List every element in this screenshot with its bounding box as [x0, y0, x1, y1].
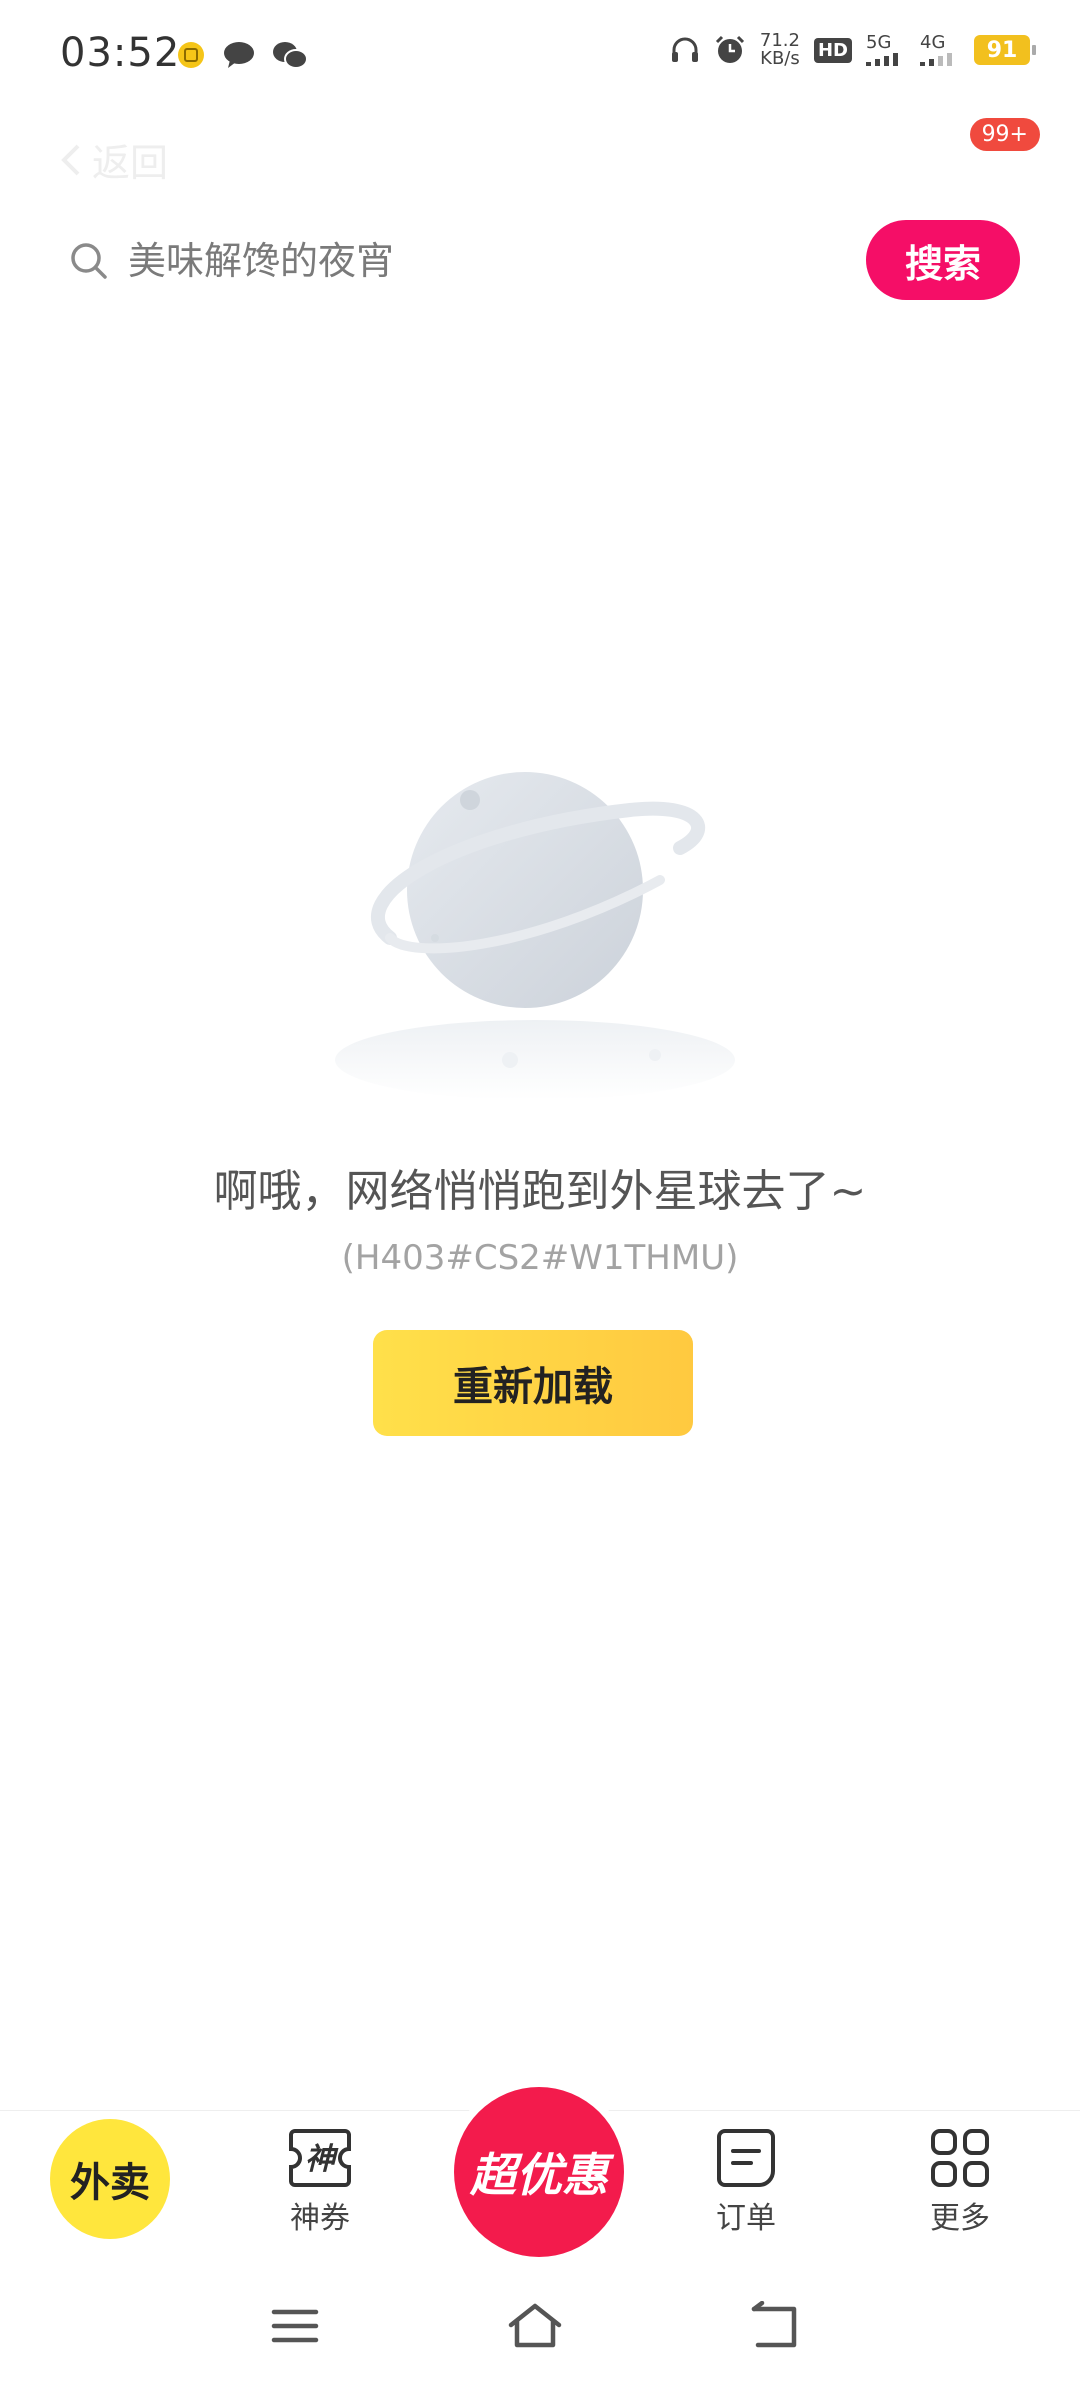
chevron-left-icon — [61, 144, 80, 175]
app-notification-icon — [178, 42, 204, 68]
tab-more[interactable]: 更多 — [890, 2127, 1030, 2237]
coupon-icon-text: 神 — [305, 2142, 339, 2177]
search-bar: 搜索 — [60, 220, 1020, 300]
planet-illustration-icon — [335, 772, 735, 1100]
message-count-badge[interactable]: 99+ — [969, 118, 1040, 151]
back-arrow-icon — [751, 2301, 797, 2348]
message-notification-icon — [224, 42, 254, 68]
back-button[interactable]: 返回 — [56, 132, 168, 187]
tab-waimai[interactable]: 外卖 — [50, 2119, 170, 2239]
orders-icon — [717, 2129, 775, 2187]
hd-label: HD — [817, 39, 848, 61]
wechat-notification-icon — [273, 42, 308, 69]
coupon-icon: 神 — [289, 2129, 351, 2187]
reload-button[interactable]: 重新加载 — [373, 1330, 693, 1436]
sim2-network-label: 4G — [920, 32, 946, 53]
tab-coupons[interactable]: 神 神券 — [250, 2127, 390, 2237]
system-back-button[interactable] — [740, 2296, 810, 2356]
error-code: (H403#CS2#W1THMU) — [341, 1238, 739, 1278]
tab-coupons-label: 神券 — [290, 2201, 350, 2236]
search-input[interactable] — [126, 228, 850, 294]
search-button[interactable]: 搜索 — [866, 220, 1020, 300]
status-time: 03:52 — [60, 30, 181, 76]
search-icon — [71, 243, 107, 279]
net-speed: 71.2 KB/s — [760, 32, 800, 68]
tab-super-deals-label: 超优惠 — [470, 2148, 608, 2202]
status-notification-icons — [176, 40, 308, 70]
status-system-icons: 71.2 KB/s HD 5G 4G 91 — [670, 32, 1036, 68]
sim1-signal: 5G — [866, 34, 906, 66]
status-bar: 03:52 71.2 KB/s HD 5G 4G 91 — [0, 0, 1080, 110]
net-speed-unit: KB/s — [760, 48, 800, 69]
tab-waimai-label: 外卖 — [70, 2160, 150, 2206]
battery-indicator: 91 — [974, 35, 1036, 65]
signal-bars-icon — [920, 53, 952, 66]
top-nav: 返回 99+ — [0, 118, 1080, 188]
menu-icon — [271, 2309, 319, 2343]
system-menu-button[interactable] — [260, 2296, 330, 2356]
battery-level: 91 — [986, 37, 1018, 63]
home-icon — [508, 2303, 562, 2348]
system-home-button[interactable] — [500, 2296, 570, 2356]
bottom-tab-bar: 外卖 神 神券 超优惠 订单 更多 — [0, 2087, 1080, 2261]
alarm-icon — [715, 35, 744, 63]
error-title: 啊哦，网络悄悄跑到外星球去了~ — [213, 1166, 867, 1217]
hd-indicator: HD — [813, 37, 852, 63]
tab-orders-label: 订单 — [716, 2201, 776, 2236]
system-navigation-bar — [0, 2270, 1080, 2388]
signal-bars-icon — [866, 53, 898, 66]
tab-more-label: 更多 — [930, 2201, 990, 2236]
sim1-network-label: 5G — [866, 32, 892, 53]
sim2-signal: 4G — [920, 34, 960, 66]
tab-orders[interactable]: 订单 — [676, 2127, 816, 2237]
headphones-icon — [671, 37, 698, 62]
tab-super-deals[interactable]: 超优惠 — [454, 2087, 624, 2257]
back-label: 返回 — [92, 141, 169, 185]
grid-icon — [931, 2129, 989, 2187]
